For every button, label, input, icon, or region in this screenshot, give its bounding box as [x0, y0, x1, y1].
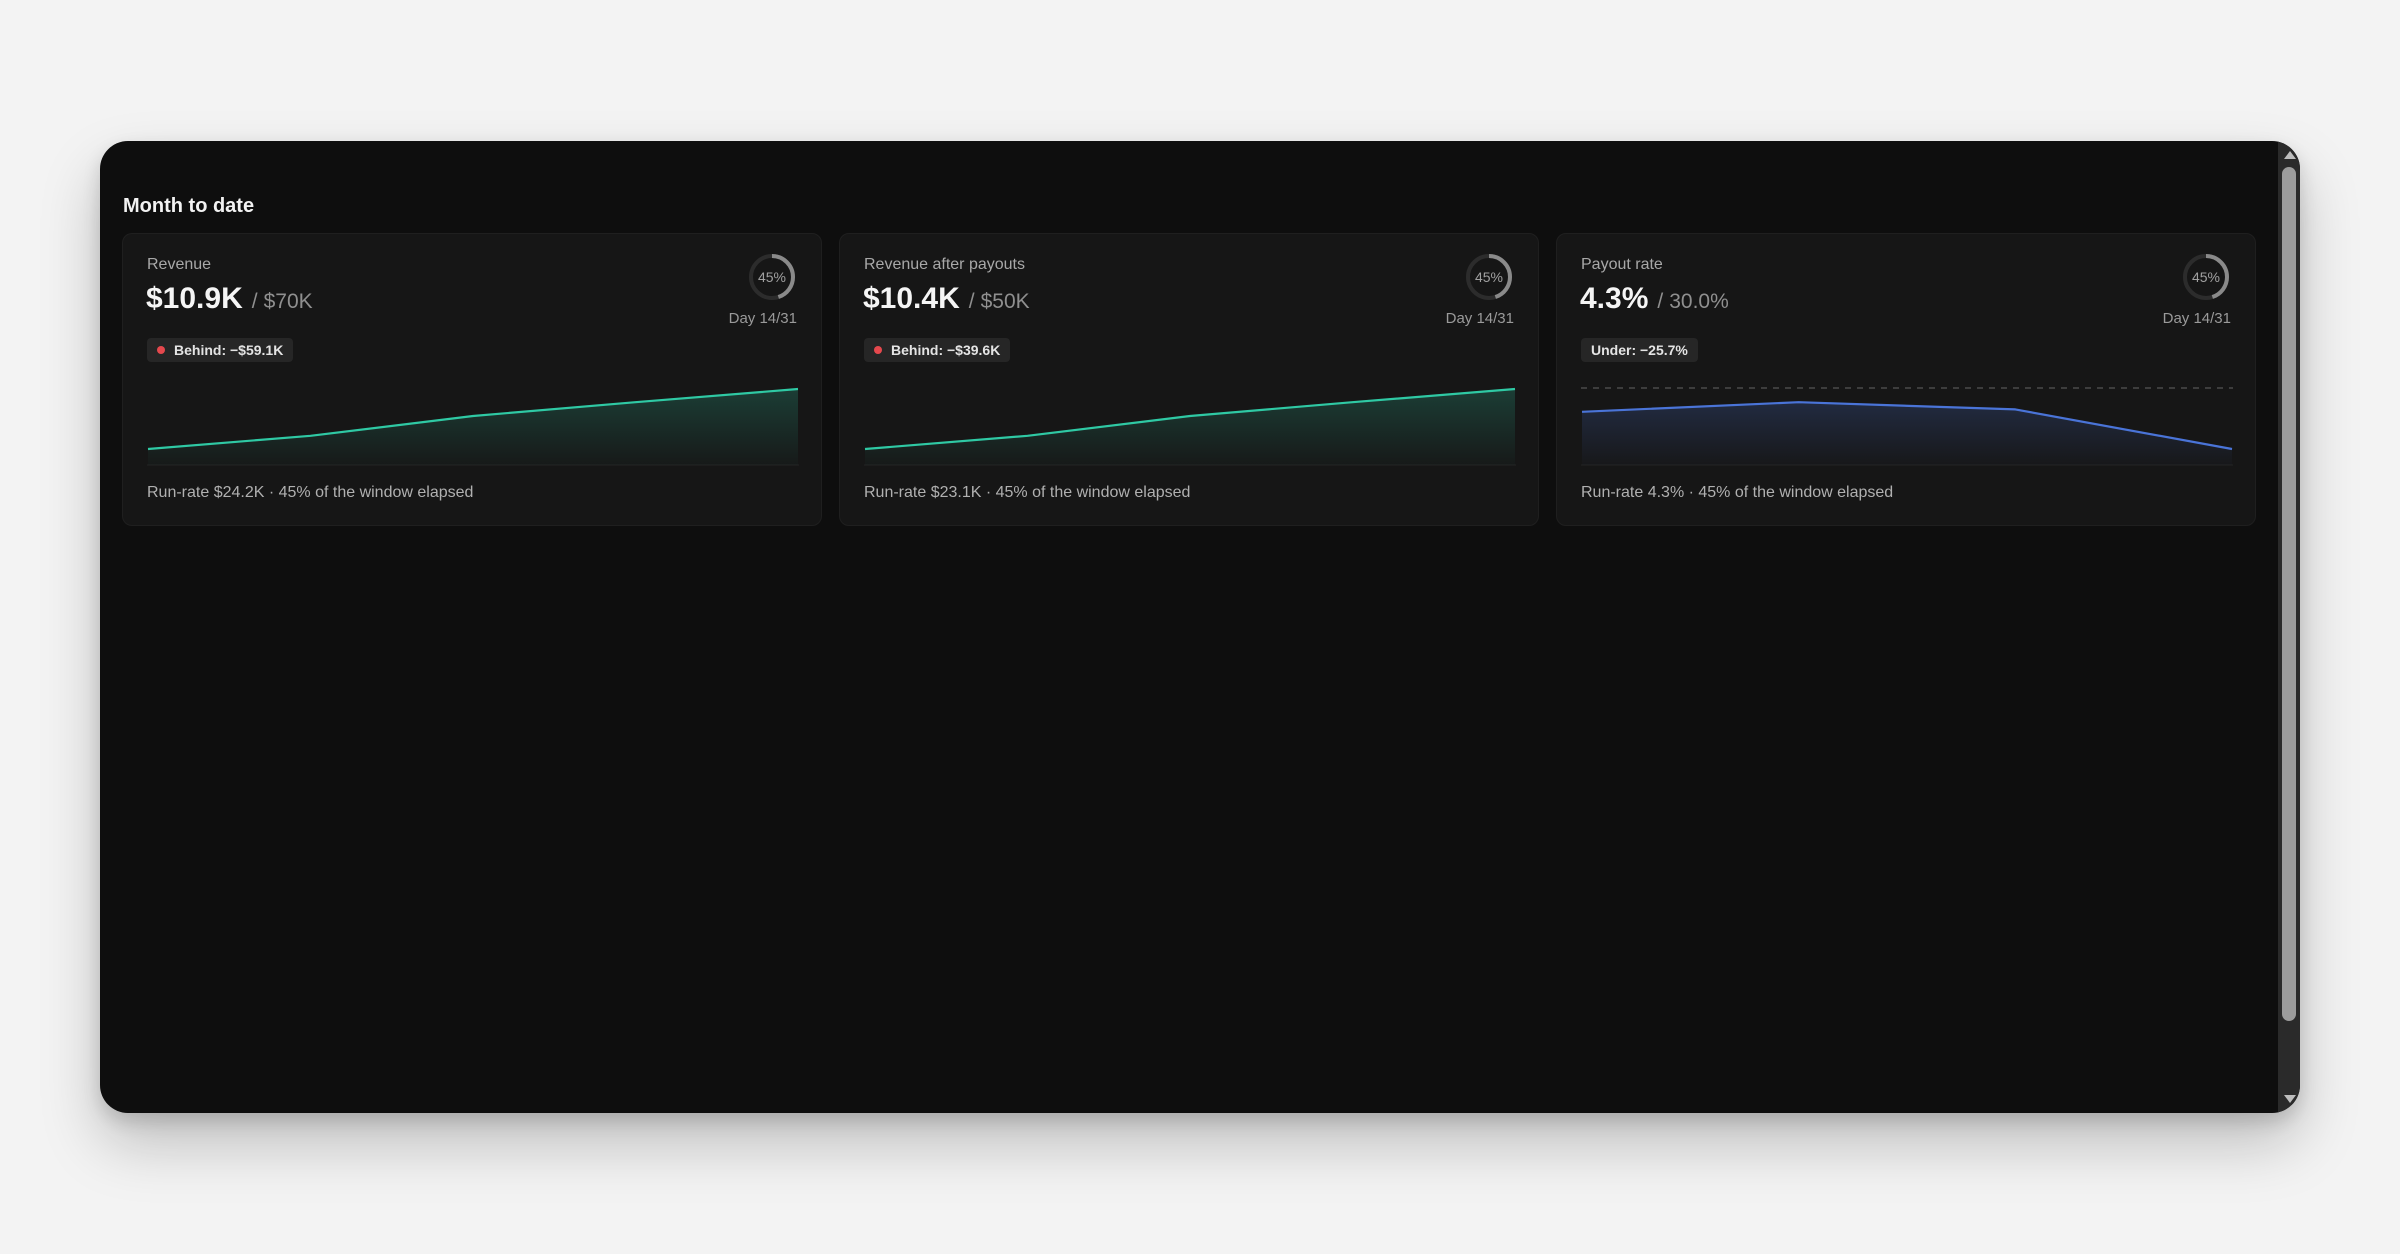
target-separator: / [251, 290, 258, 313]
scroll-down-arrow-icon[interactable] [2284, 1095, 2296, 1103]
progress-ring: 45% [2181, 252, 2231, 302]
card-value: 4.3% [1580, 282, 1649, 315]
status-badge: Behind: −$59.1K [147, 338, 294, 362]
status-badge-text: Under: −25.7% [1591, 342, 1688, 358]
card-target: $70K [263, 290, 313, 313]
progress-percent: 45% [1474, 269, 1504, 285]
progress-ring: 45% [1464, 252, 1514, 302]
kpi-card-revenue[interactable]: Revenue $10.9K / $70K Behind: −$59.1K 45… [122, 233, 822, 526]
app-window: Month to date Revenue $10.9K / $70K Behi… [100, 141, 2300, 1113]
kpi-cards: Revenue $10.9K / $70K Behind: −$59.1K 45… [122, 233, 2256, 526]
run-rate-text: Run-rate $23.1K · 45% of the window elap… [864, 484, 1191, 501]
card-label: Revenue [147, 256, 212, 273]
status-dot-icon [874, 346, 882, 354]
sparkline-area [865, 389, 1515, 465]
sparkline-chart [147, 387, 799, 466]
scroll-up-arrow-icon[interactable] [2284, 151, 2296, 159]
day-counter: Day 14/31 [2162, 310, 2231, 327]
target-separator: / [1657, 290, 1664, 313]
status-badge: Under: −25.7% [1581, 338, 1698, 362]
card-value: $10.4K [863, 282, 960, 315]
sparkline-area [148, 389, 798, 465]
card-target: $50K [980, 290, 1030, 313]
card-value: $10.9K [146, 282, 243, 315]
sparkline-area [1582, 402, 2232, 465]
status-dot-icon [157, 346, 165, 354]
progress-ring: 45% [747, 252, 797, 302]
progress-percent: 45% [2191, 269, 2221, 285]
status-badge: Behind: −$39.6K [864, 338, 1011, 362]
day-counter: Day 14/31 [1445, 310, 1514, 327]
status-badge-text: Behind: −$39.6K [891, 342, 1001, 358]
card-label: Revenue after payouts [864, 256, 1025, 273]
sparkline-chart [1581, 387, 2233, 466]
section-title: Month to date [123, 195, 255, 217]
day-counter: Day 14/31 [728, 310, 797, 327]
sparkline-chart [864, 387, 1516, 466]
progress-percent: 45% [757, 269, 787, 285]
target-separator: / [968, 290, 975, 313]
card-label: Payout rate [1581, 256, 1663, 273]
value-line: $10.4K / $50K [863, 282, 1030, 316]
kpi-card-payout-rate[interactable]: Payout rate 4.3% / 30.0% Under: −25.7% 4… [1556, 233, 2256, 526]
run-rate-text: Run-rate 4.3% · 45% of the window elapse… [1581, 484, 1894, 501]
scrollbar-thumb[interactable] [2282, 167, 2296, 1021]
value-line: 4.3% / 30.0% [1580, 282, 1729, 316]
value-line: $10.9K / $70K [146, 282, 313, 316]
card-target: 30.0% [1669, 290, 1729, 313]
kpi-card-revenue-after-payouts[interactable]: Revenue after payouts $10.4K / $50K Behi… [839, 233, 1539, 526]
vertical-scrollbar[interactable] [2278, 141, 2300, 1113]
run-rate-text: Run-rate $24.2K · 45% of the window elap… [147, 484, 474, 501]
status-badge-text: Behind: −$59.1K [174, 342, 284, 358]
